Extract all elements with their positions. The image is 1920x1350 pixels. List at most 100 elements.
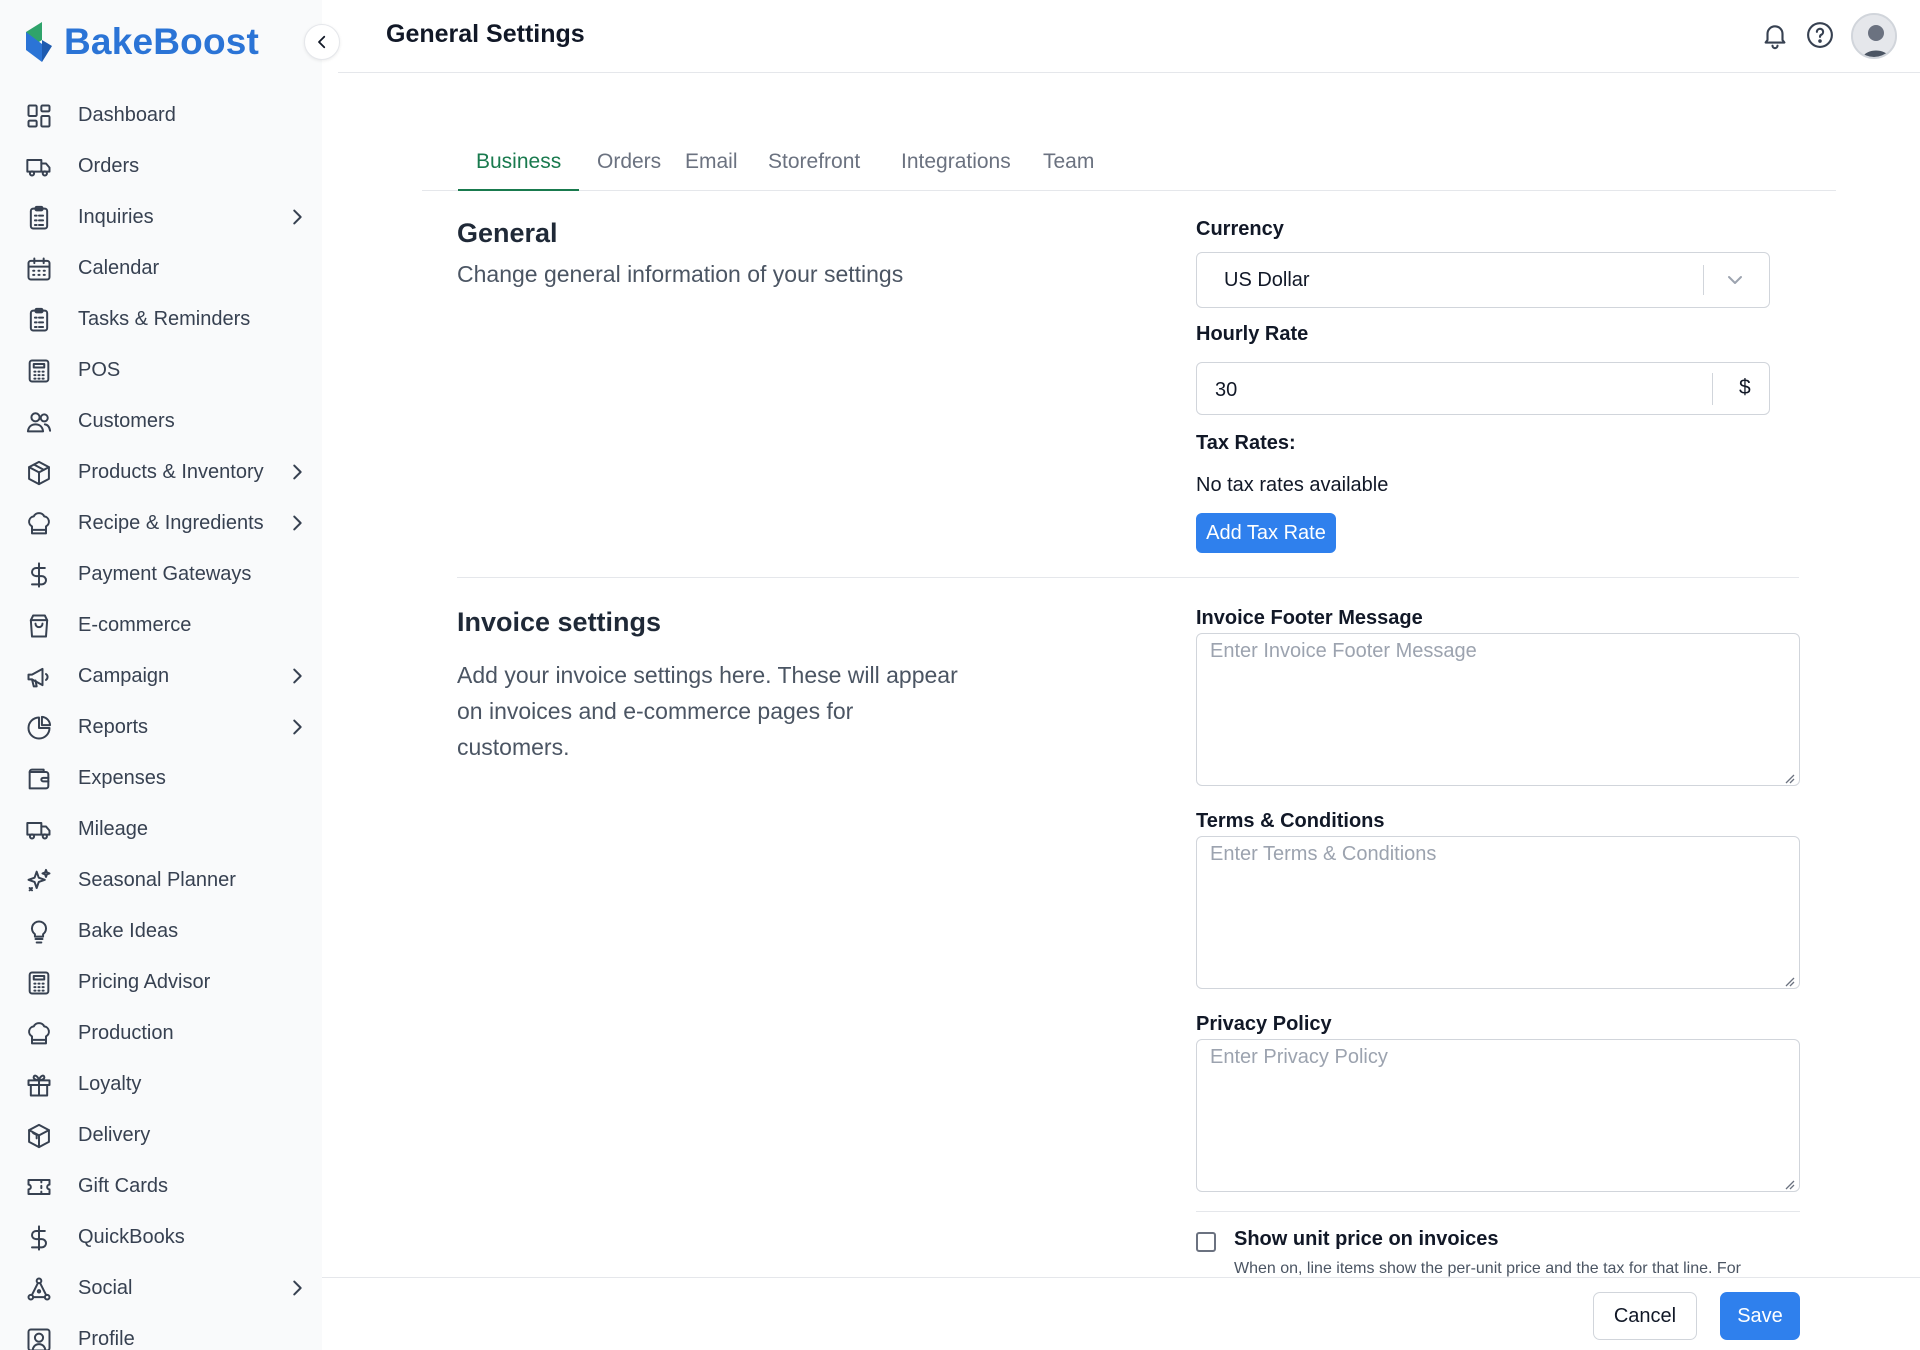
invoice-section-description: Add your invoice settings here. These wi… (457, 657, 958, 765)
tax-rates-label: Tax Rates: (1196, 432, 1296, 454)
sidebar-nav: Dashboard Orders Inquiries Calendar Tasks & … (0, 90, 322, 1350)
sidebar-item-payment-gateways[interactable]: Payment Gateways (0, 549, 322, 600)
sidebar-item-orders[interactable]: Orders (0, 141, 322, 192)
avatar[interactable] (1851, 13, 1897, 59)
invoice-footer-label: Invoice Footer Message (1196, 607, 1423, 629)
sidebar: BakeBoost Dashboard Orders Inquiries Calend… (0, 0, 322, 1350)
rate-divider (1712, 373, 1713, 405)
sidebar-item-reports[interactable]: Reports (0, 702, 322, 753)
sidebar-item-label: Payment Gateways (78, 563, 252, 585)
clipboard-list-icon (24, 305, 54, 335)
tax-rates-empty-text: No tax rates available (1196, 474, 1389, 496)
sidebar-item-loyalty[interactable]: Loyalty (0, 1059, 322, 1110)
sidebar-item-label: Tasks & Reminders (78, 308, 251, 330)
privacy-textarea[interactable] (1196, 1039, 1800, 1192)
chef-hat-icon (24, 1019, 54, 1049)
sidebar-item-label: Pricing Advisor (78, 971, 211, 993)
sidebar-item-label: Social (78, 1277, 133, 1299)
sidebar-item-label: Profile (78, 1328, 135, 1350)
resize-handle-icon[interactable] (1783, 771, 1795, 784)
top-header: General Settings (338, 0, 1920, 73)
sidebar-item-label: QuickBooks (78, 1226, 185, 1248)
add-tax-rate-button[interactable]: Add Tax Rate (1196, 513, 1336, 553)
chevron-right-icon (286, 716, 308, 738)
dollar-icon (24, 560, 54, 590)
calculator-icon (24, 356, 54, 386)
brand[interactable]: BakeBoost (22, 16, 259, 68)
share-nodes-icon (24, 1274, 54, 1304)
sidebar-item-mileage[interactable]: Mileage (0, 804, 322, 855)
sidebar-item-recipe-and-ingredients[interactable]: Recipe & Ingredients (0, 498, 322, 549)
bakeboost-logo-icon (26, 22, 52, 62)
sidebar-item-bake-ideas[interactable]: Bake Ideas (0, 906, 322, 957)
invoice-desc-line: customers. (457, 734, 570, 760)
gift-icon (24, 1070, 54, 1100)
sidebar-item-social[interactable]: Social (0, 1263, 322, 1314)
hourly-rate-input[interactable] (1215, 375, 1695, 405)
question-circle-icon (1807, 22, 1833, 48)
sidebar-item-gift-cards[interactable]: Gift Cards (0, 1161, 322, 1212)
currency-select[interactable]: US Dollar (1196, 252, 1770, 308)
sidebar-item-pricing-advisor[interactable]: Pricing Advisor (0, 957, 322, 1008)
sidebar-item-expenses[interactable]: Expenses (0, 753, 322, 804)
dollar-icon (24, 1223, 54, 1253)
save-button[interactable]: Save (1720, 1292, 1800, 1340)
sidebar-item-pos[interactable]: POS (0, 345, 322, 396)
sidebar-item-inquiries[interactable]: Inquiries (0, 192, 322, 243)
sidebar-item-delivery[interactable]: Delivery (0, 1110, 322, 1161)
wallet-icon (24, 764, 54, 794)
sidebar-item-profile[interactable]: Profile (0, 1314, 322, 1350)
show-unit-price-checkbox[interactable] (1196, 1232, 1216, 1252)
megaphone-icon (24, 662, 54, 692)
chevron-down-icon (1723, 268, 1747, 292)
user-avatar-icon (1853, 15, 1895, 57)
hourly-rate-label: Hourly Rate (1196, 323, 1309, 345)
show-unit-price-label[interactable]: Show unit price on invoices (1234, 1228, 1498, 1251)
tab-email[interactable]: Email (667, 150, 756, 191)
cancel-button[interactable]: Cancel (1593, 1292, 1697, 1340)
currency-value: US Dollar (1224, 269, 1310, 291)
truck-icon (24, 815, 54, 845)
tab-team[interactable]: Team (1025, 150, 1112, 191)
sidebar-item-label: POS (78, 359, 121, 381)
section-divider (457, 577, 1799, 578)
tab-integrations[interactable]: Integrations (883, 150, 1029, 191)
chevron-left-icon (318, 35, 326, 49)
notifications-button[interactable] (1758, 18, 1792, 52)
pie-chart-icon (24, 713, 54, 743)
resize-handle-icon[interactable] (1783, 1177, 1795, 1190)
invoice-footer-textarea[interactable] (1196, 633, 1800, 786)
sidebar-item-campaign[interactable]: Campaign (0, 651, 322, 702)
bell-icon (1764, 25, 1786, 50)
lightbulb-icon (24, 917, 54, 947)
sidebar-item-dashboard[interactable]: Dashboard (0, 90, 322, 141)
sidebar-item-label: Products & Inventory (78, 461, 264, 483)
tab-business[interactable]: Business (458, 150, 580, 191)
invoice-section-title: Invoice settings (457, 607, 662, 637)
shopping-bag-icon (24, 611, 54, 641)
action-footer: Cancel Save (322, 1277, 1920, 1350)
collapse-sidebar-button[interactable] (304, 24, 340, 60)
sidebar-item-calendar[interactable]: Calendar (0, 243, 322, 294)
sidebar-item-production[interactable]: Production (0, 1008, 322, 1059)
tab-orders[interactable]: Orders (579, 150, 679, 191)
sidebar-item-seasonal-planner[interactable]: Seasonal Planner (0, 855, 322, 906)
sidebar-item-tasks-and-reminders[interactable]: Tasks & Reminders (0, 294, 322, 345)
invoice-desc-line: Add your invoice settings here. These wi… (457, 662, 958, 688)
help-button[interactable] (1803, 18, 1837, 52)
brand-name: BakeBoost (64, 21, 260, 62)
resize-handle-icon[interactable] (1783, 974, 1795, 987)
sidebar-item-products-and-inventory[interactable]: Products & Inventory (0, 447, 322, 498)
hourly-rate-unit: $ (1739, 376, 1751, 399)
general-section-description: Change general information of your setti… (457, 261, 904, 287)
tab-storefront[interactable]: Storefront (750, 150, 878, 191)
terms-textarea[interactable] (1196, 836, 1800, 989)
user-square-icon (24, 1325, 54, 1350)
chevron-right-icon (286, 512, 308, 534)
sidebar-item-label: Dashboard (78, 104, 176, 126)
sidebar-item-quickbooks[interactable]: QuickBooks (0, 1212, 322, 1263)
calculator-icon (24, 968, 54, 998)
sparkles-icon (24, 866, 54, 896)
sidebar-item-customers[interactable]: Customers (0, 396, 322, 447)
sidebar-item-e-commerce[interactable]: E-commerce (0, 600, 322, 651)
